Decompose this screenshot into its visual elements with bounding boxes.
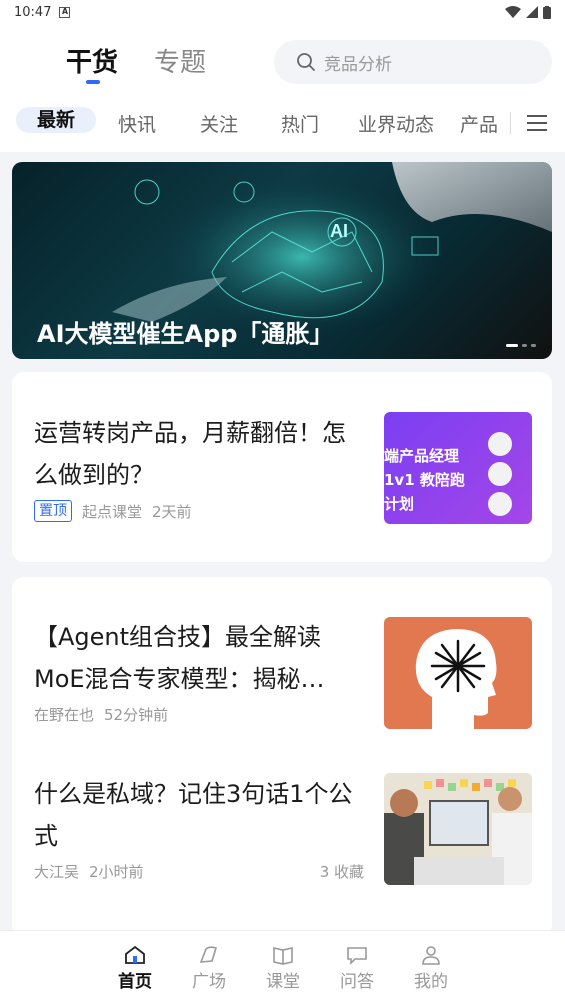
status-icons [505,5,551,19]
article-thumbnail[interactable] [384,617,532,729]
nav-qa-label: 问答 [340,972,374,992]
svg-text:AI: AI [330,221,348,241]
tab-zhuanti[interactable]: 专题 [154,42,206,79]
article-author: 起点课堂 [82,502,143,521]
article-author: 大江吴 [34,863,80,881]
nav-square-label: 广场 [192,972,226,992]
article-thumbnail[interactable] [384,773,532,885]
article-item[interactable]: 什么是私域？记住3句话1个公式 大江吴 2小时前 3 收藏 [34,773,364,882]
chat-icon [347,947,367,965]
nav-home[interactable]: 首页 [110,945,160,992]
article-thumbnail[interactable]: 端产品经理 1v1 教陪跑计划 [384,412,532,524]
status-bar: 10:47 A [0,0,565,24]
bottom-nav: 首页 广场 课堂 问答 我的 [0,930,565,1004]
article-time: 52分钟前 [104,706,169,724]
article-item[interactable]: 运营转岗产品，月薪翻倍！怎么做到的？ 置顶 起点课堂 2天前 [34,412,364,522]
category-divider [510,112,511,134]
category-bar: 最新 快讯 关注 热门 业界动态 产品 [0,106,565,142]
square-icon [199,946,217,963]
search-input[interactable]: 竞品分析 [274,40,552,84]
thumbnail-avatar [488,492,512,516]
carousel-dot-active [506,344,518,347]
article-author: 在野在也 [34,706,95,724]
article-meta: 大江吴 2小时前 3 收藏 [34,861,364,882]
article-title: 什么是私域？记住3句话1个公式 [34,780,353,850]
article-time: 2天前 [152,502,192,521]
menu-icon[interactable] [527,114,547,132]
header: 干货 专题 竞品分析 最新 快讯 关注 热门 业界动态 产品 [0,24,565,152]
nav-square[interactable]: 广场 [184,945,234,992]
article-favorites: 3 收藏 [319,863,364,881]
carousel-dots [506,344,536,347]
nav-home-label: 首页 [118,972,152,992]
thumbnail-avatar [488,462,512,486]
nav-profile[interactable]: 我的 [406,945,456,992]
tab-indicator [86,80,100,84]
user-icon [422,946,440,965]
pinned-article-card: 运营转岗产品，月薪翻倍！怎么做到的？ 置顶 起点课堂 2天前 端产品经理 1v1… [12,372,552,562]
category-latest[interactable]: 最新 [16,107,96,133]
office-photo [384,773,532,885]
book-icon [273,947,293,965]
nav-classroom-label: 课堂 [266,972,300,992]
category-industry[interactable]: 业界动态 [358,110,434,137]
signal-icon [526,6,538,18]
carousel-dot [531,344,536,347]
home-icon [125,945,145,964]
banner-carousel[interactable]: AI AI大模型催生App「通胀」 [12,162,552,359]
category-hot[interactable]: 热门 [281,110,319,137]
thumbnail-ad-text: 端产品经理 1v1 教陪跑计划 [384,447,465,513]
banner-title: AI大模型催生App「通胀」 [37,320,334,348]
article-item[interactable]: 【Agent组合技】最全解读MoE混合专家模型：揭秘… 在野在也 52分钟前 [34,616,364,725]
article-list-card: 【Agent组合技】最全解读MoE混合专家模型：揭秘… 在野在也 52分钟前 什… [12,577,552,937]
category-follow[interactable]: 关注 [200,110,238,137]
wifi-icon [505,6,521,18]
search-placeholder: 竞品分析 [324,54,392,75]
nav-qa[interactable]: 问答 [332,945,382,992]
pin-badge: 置顶 [34,500,72,522]
article-title: 【Agent组合技】最全解读MoE混合专家模型：揭秘… [34,623,325,693]
tab-ganhuo[interactable]: 干货 [66,42,118,79]
battery-icon [543,5,551,19]
category-flash[interactable]: 快讯 [118,110,156,137]
notification-a-icon: A [59,6,71,18]
status-time: 10:47 [14,4,52,20]
category-product[interactable]: 产品 [460,110,508,137]
thumbnail-avatar [488,432,512,456]
article-meta: 在野在也 52分钟前 [34,704,364,725]
head-illustration [415,629,497,729]
nav-profile-label: 我的 [414,972,448,992]
article-title: 运营转岗产品，月薪翻倍！怎么做到的？ [34,419,346,489]
article-time: 2小时前 [89,863,144,881]
carousel-dot [522,344,527,347]
search-icon [297,53,315,71]
nav-classroom[interactable]: 课堂 [258,945,308,992]
article-meta: 置顶 起点课堂 2天前 [34,500,364,522]
